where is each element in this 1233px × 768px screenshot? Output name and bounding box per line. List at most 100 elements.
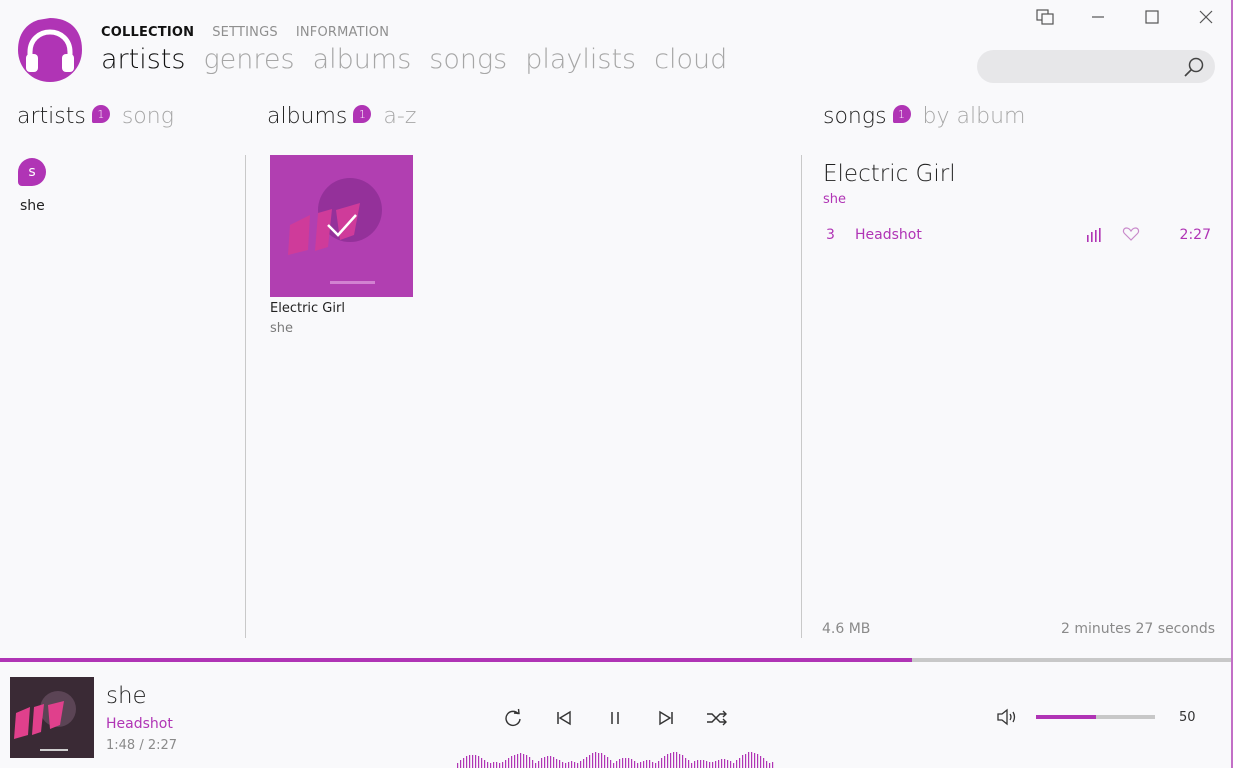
now-playing-title[interactable]: Headshot: [106, 716, 173, 732]
visualizer-bar: [559, 760, 561, 768]
visualizer-bar: [583, 759, 585, 768]
visualizer-bar: [745, 754, 747, 768]
visualizer-bar: [511, 756, 513, 768]
visualizer-bar: [505, 760, 507, 768]
visualizer-bar: [628, 758, 630, 768]
visualizer-bar: [544, 757, 546, 768]
songs-album-artist[interactable]: she: [823, 192, 846, 207]
visualizer-bar: [676, 752, 678, 768]
visualizer-bar: [538, 761, 540, 768]
visualizer-bar: [652, 762, 654, 768]
visualizer-bar: [730, 761, 732, 768]
pause-button[interactable]: [602, 705, 628, 731]
close-icon: [1199, 10, 1213, 24]
visualizer-bar: [508, 758, 510, 768]
visualizer-bar: [478, 756, 480, 768]
album-cover-selected[interactable]: [270, 155, 413, 297]
sub-tabs: artists genres albums songs playlists cl…: [101, 44, 727, 75]
visualizer-bar: [640, 762, 642, 768]
visualizer-bar: [598, 753, 600, 768]
albums-sort-toggle[interactable]: a-z: [383, 104, 416, 129]
tab-artists[interactable]: artists: [101, 44, 185, 75]
next-button[interactable]: [653, 705, 679, 731]
heart-icon[interactable]: [1122, 226, 1140, 242]
volume-value: 50: [1179, 710, 1196, 725]
visualizer-bar: [637, 763, 639, 768]
visualizer-bar: [481, 758, 483, 768]
volume-button[interactable]: [996, 707, 1020, 731]
visualizer-bar: [718, 760, 720, 768]
column-divider: [801, 155, 802, 638]
album-art-image: [270, 155, 413, 297]
visualizer-bar: [766, 761, 768, 768]
visualizer-bar: [667, 754, 669, 768]
visualizer-bar: [772, 762, 774, 768]
close-button[interactable]: [1191, 6, 1221, 28]
visualizer-bar: [586, 757, 588, 768]
now-playing-artist[interactable]: she: [106, 683, 147, 709]
tab-albums[interactable]: albums: [313, 44, 412, 75]
visualizer-bar: [721, 759, 723, 768]
artists-sort-toggle[interactable]: song: [122, 104, 174, 129]
tab-playlists[interactable]: playlists: [525, 44, 636, 75]
previous-icon: [557, 710, 571, 726]
tab-cloud[interactable]: cloud: [654, 44, 727, 75]
visualizer-bar: [643, 761, 645, 768]
maximize-button[interactable]: [1137, 6, 1167, 28]
visualizer-bar: [553, 757, 555, 768]
tab-collection[interactable]: COLLECTION: [101, 25, 194, 40]
album-art-image: [10, 677, 94, 758]
tab-genres[interactable]: genres: [203, 44, 294, 75]
minimize-icon: [1092, 16, 1104, 18]
tab-songs[interactable]: songs: [429, 44, 507, 75]
visualizer-bar: [601, 753, 603, 768]
volume-slider-fill: [1036, 715, 1096, 719]
songs-album-title: Electric Girl: [823, 161, 956, 187]
tab-information[interactable]: INFORMATION: [296, 25, 389, 40]
visualizer-bar: [619, 759, 621, 768]
album-artist[interactable]: she: [270, 321, 293, 336]
tab-settings[interactable]: SETTINGS: [212, 25, 278, 40]
songs-sort-toggle[interactable]: by album: [923, 104, 1026, 129]
artists-column-header: artists 1 song: [17, 104, 174, 129]
previous-button[interactable]: [551, 705, 577, 731]
artists-header-title: artists: [17, 104, 86, 129]
visualizer-bar: [622, 758, 624, 768]
artist-item[interactable]: she: [20, 198, 45, 214]
visualizer-bar: [460, 760, 462, 768]
visualizer-bar: [499, 763, 501, 768]
shuffle-button[interactable]: [704, 705, 730, 731]
shuffle-icon: [707, 710, 727, 726]
minimize-button[interactable]: [1083, 6, 1113, 28]
volume-slider[interactable]: [1036, 715, 1155, 719]
visualizer-bar: [754, 753, 756, 768]
visualizer-bar: [712, 762, 714, 768]
artist-group-letter[interactable]: s: [18, 158, 46, 186]
visualizer-bar: [568, 762, 570, 768]
visualizer-bar: [646, 760, 648, 768]
compact-overlay-button[interactable]: [1030, 6, 1060, 28]
visualizer-bar: [556, 759, 558, 768]
search-icon[interactable]: [1183, 56, 1205, 78]
now-playing-equalizer-icon: [1087, 228, 1101, 242]
visualizer-bar: [757, 754, 759, 768]
visualizer-bar: [565, 763, 567, 768]
visualizer-bar: [691, 763, 693, 768]
albums-header-title: albums: [267, 104, 348, 129]
track-row[interactable]: 3 Headshot 2:27: [823, 227, 1215, 247]
compact-overlay-icon: [1036, 9, 1054, 25]
headphones-icon: [18, 18, 82, 82]
repeat-button[interactable]: [500, 705, 526, 731]
visualizer-bar: [658, 761, 660, 768]
visualizer-bar: [532, 760, 534, 768]
visualizer-bar: [649, 760, 651, 768]
visualizer-bar: [514, 755, 516, 768]
visualizer-bar: [520, 753, 522, 768]
now-playing-cover[interactable]: [10, 677, 94, 758]
visualizer-bar: [550, 756, 552, 768]
search-input[interactable]: [977, 50, 1215, 83]
visualizer-bar: [634, 761, 636, 768]
album-title[interactable]: Electric Girl: [270, 301, 345, 316]
visualizer-bar: [661, 758, 663, 768]
visualizer-bar: [535, 763, 537, 768]
